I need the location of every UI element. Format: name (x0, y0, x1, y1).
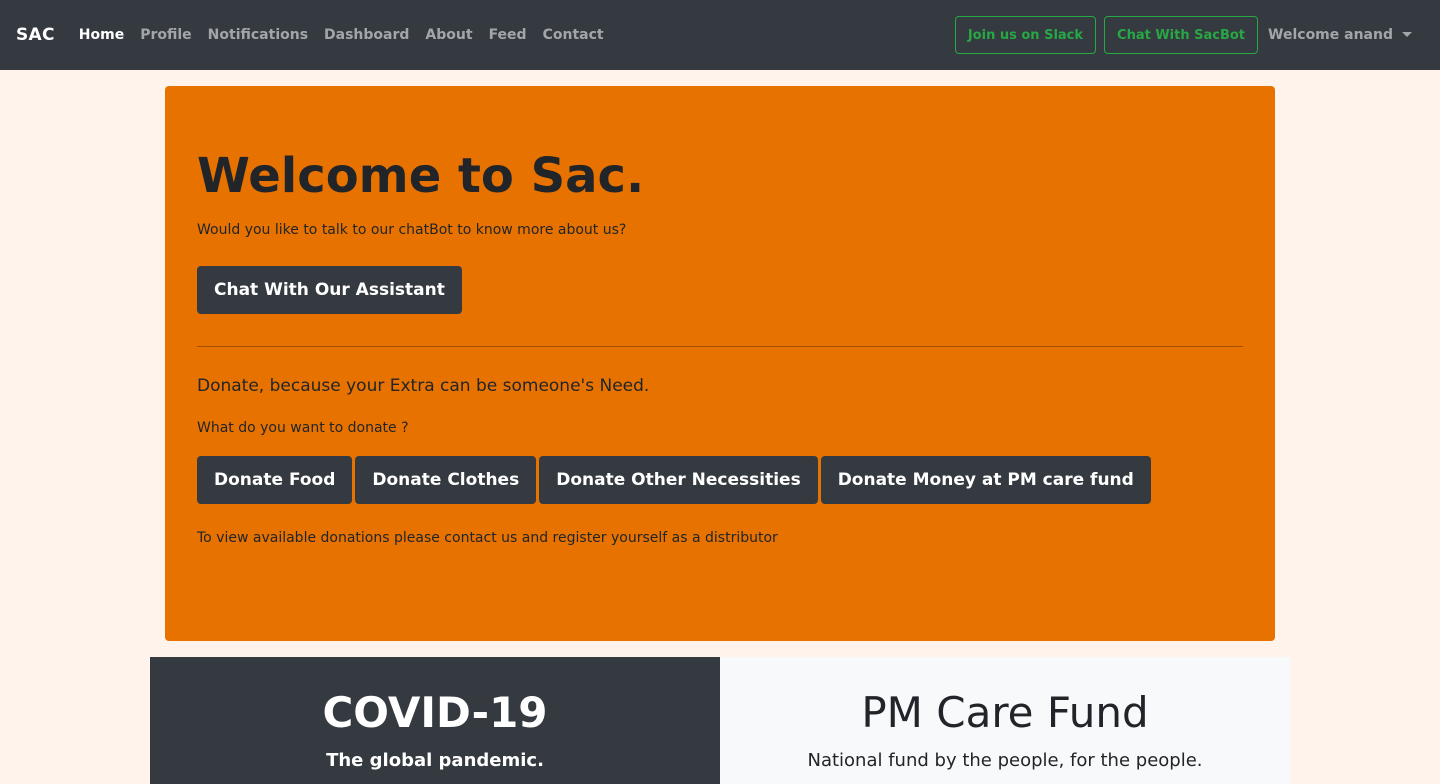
donate-money-button[interactable]: Donate Money at PM care fund (820, 455, 1151, 504)
nav-link-about[interactable]: About (425, 27, 472, 43)
page-title: Welcome to Sac. (197, 148, 645, 204)
section-divider (197, 345, 1243, 347)
nav-link-dashboard[interactable]: Dashboard (324, 27, 409, 43)
pm-care-title: PM Care Fund (861, 688, 1149, 737)
donate-heading: Donate, because your Extra can be someon… (197, 375, 650, 396)
donate-button-group: Donate Food Donate Clothes Donate Other … (197, 455, 1243, 504)
covid-feature-card: COVID-19 The global pandemic. (150, 657, 720, 784)
donate-clothes-button[interactable]: Donate Clothes (355, 455, 537, 504)
donate-food-button[interactable]: Donate Food (197, 455, 353, 504)
join-slack-button[interactable]: Join us on Slack (954, 16, 1097, 54)
caret-down-icon (1402, 31, 1412, 37)
pm-care-subtitle: National fund by the people, for the peo… (807, 750, 1203, 772)
nav-links: Home Profile Notifications Dashboard Abo… (79, 27, 620, 43)
nav-link-feed[interactable]: Feed (489, 27, 527, 43)
nav-link-home[interactable]: Home (79, 27, 124, 43)
chatbot-prompt-text: Would you like to talk to our chatBot to… (197, 221, 627, 238)
welcome-jumbotron: Welcome to Sac. Would you like to talk t… (165, 86, 1275, 641)
nav-link-notifications[interactable]: Notifications (208, 27, 308, 43)
donate-question: What do you want to donate ? (197, 419, 409, 436)
top-navbar: SAC Home Profile Notifications Dashboard… (0, 0, 1440, 70)
donate-other-button[interactable]: Donate Other Necessities (539, 455, 818, 504)
nav-link-profile[interactable]: Profile (140, 27, 191, 43)
covid-title: COVID-19 (322, 688, 548, 737)
brand-logo[interactable]: SAC (16, 25, 55, 45)
nav-right-actions: Join us on Slack Chat With SacBot Welcom… (954, 16, 1424, 54)
chat-assistant-button[interactable]: Chat With Our Assistant (197, 265, 462, 314)
chat-sacbot-button[interactable]: Chat With SacBot (1104, 16, 1259, 54)
user-menu-dropdown[interactable]: Welcome anand (1268, 27, 1412, 43)
user-menu-label: Welcome anand (1268, 27, 1393, 43)
covid-subtitle: The global pandemic. (326, 750, 544, 772)
pm-care-feature-card: PM Care Fund National fund by the people… (720, 657, 1290, 784)
nav-link-contact[interactable]: Contact (543, 27, 604, 43)
distributor-note: To view available donations please conta… (197, 529, 778, 546)
